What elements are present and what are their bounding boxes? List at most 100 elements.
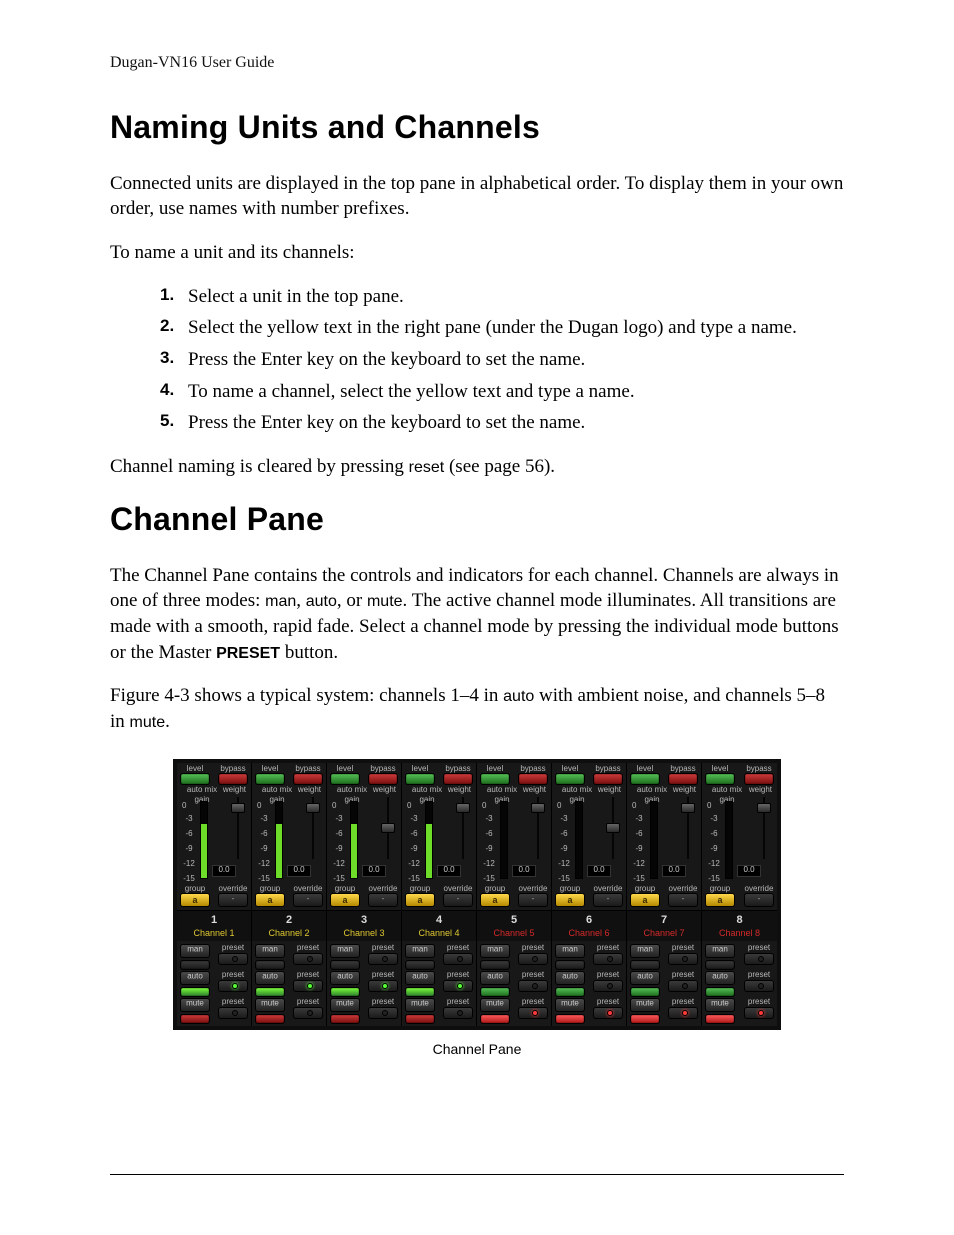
channel-name[interactable]: Channel 7 [631,927,697,939]
bypass-button[interactable] [668,773,698,785]
level-button[interactable] [405,773,435,785]
preset-button-1[interactable] [518,953,548,965]
preset-button-3[interactable] [443,1007,473,1019]
group-a-button[interactable]: a [555,893,585,907]
mute-button[interactable]: mute [630,998,660,1012]
group-a-button[interactable]: a [405,893,435,907]
preset-button-1[interactable] [218,953,248,965]
auto-button[interactable]: auto [480,971,510,985]
bypass-button[interactable] [744,773,774,785]
preset-button-3[interactable] [593,1007,623,1019]
preset-button-1[interactable] [593,953,623,965]
man-button[interactable]: man [705,944,735,958]
override-button[interactable]: - [293,893,323,907]
preset-button-3[interactable] [218,1007,248,1019]
preset-button-1[interactable] [368,953,398,965]
auto-button[interactable]: auto [555,971,585,985]
auto-button[interactable]: auto [330,971,360,985]
bypass-button[interactable] [593,773,623,785]
channel-name[interactable]: Channel 5 [481,927,547,939]
auto-button[interactable]: auto [705,971,735,985]
channel-name[interactable]: Channel 1 [181,927,247,939]
channel-number: 2 [256,913,322,928]
mute-button[interactable]: mute [705,998,735,1012]
group-a-button[interactable]: a [480,893,510,907]
group-a-button[interactable]: a [255,893,285,907]
bypass-button[interactable] [218,773,248,785]
override-button[interactable]: - [518,893,548,907]
preset-button-3[interactable] [293,1007,323,1019]
level-button[interactable] [705,773,735,785]
slider-knob[interactable] [231,803,245,813]
level-button[interactable] [180,773,210,785]
mute-button[interactable]: mute [330,998,360,1012]
level-button[interactable] [480,773,510,785]
level-button[interactable] [555,773,585,785]
man-button[interactable]: man [255,944,285,958]
preset-led-1 [607,956,613,962]
level-button[interactable] [330,773,360,785]
override-button[interactable]: - [443,893,473,907]
auto-button[interactable]: auto [255,971,285,985]
preset-button-3[interactable] [368,1007,398,1019]
preset-label-2: preset [372,971,394,979]
group-a-button[interactable]: a [705,893,735,907]
mute-button[interactable]: mute [180,998,210,1012]
auto-button[interactable]: auto [630,971,660,985]
level-button[interactable] [255,773,285,785]
group-override-row: group a override - [552,883,626,910]
bypass-button[interactable] [293,773,323,785]
slider-knob[interactable] [306,803,320,813]
preset-button-3[interactable] [518,1007,548,1019]
preset-button-1[interactable] [293,953,323,965]
channel-name[interactable]: Channel 2 [256,927,322,939]
slider-knob[interactable] [606,823,620,833]
group-a-button[interactable]: a [630,893,660,907]
preset-button-2[interactable] [443,980,473,992]
preset-button-1[interactable] [443,953,473,965]
preset-button-2[interactable] [744,980,774,992]
preset-button-1[interactable] [744,953,774,965]
slider-knob[interactable] [456,803,470,813]
preset-button-2[interactable] [218,980,248,992]
override-button[interactable]: - [368,893,398,907]
preset-button-2[interactable] [368,980,398,992]
channel-name[interactable]: Channel 6 [556,927,622,939]
man-button[interactable]: man [180,944,210,958]
preset-button-2[interactable] [293,980,323,992]
override-button[interactable]: - [593,893,623,907]
channel-name[interactable]: Channel 3 [331,927,397,939]
group-a-button[interactable]: a [330,893,360,907]
preset-button-2[interactable] [518,980,548,992]
override-button[interactable]: - [218,893,248,907]
level-button[interactable] [630,773,660,785]
man-button[interactable]: man [330,944,360,958]
preset-button-2[interactable] [593,980,623,992]
slider-knob[interactable] [681,803,695,813]
preset-button-2[interactable] [668,980,698,992]
override-button[interactable]: - [668,893,698,907]
auto-button[interactable]: auto [180,971,210,985]
channel-name[interactable]: Channel 8 [706,927,773,939]
preset-button-3[interactable] [668,1007,698,1019]
man-button[interactable]: man [405,944,435,958]
mute-button[interactable]: mute [405,998,435,1012]
bypass-button[interactable] [443,773,473,785]
slider-knob[interactable] [381,823,395,833]
auto-button[interactable]: auto [405,971,435,985]
group-a-button[interactable]: a [180,893,210,907]
mute-button[interactable]: mute [480,998,510,1012]
slider-knob[interactable] [757,803,771,813]
override-button[interactable]: - [744,893,774,907]
slider-knob[interactable] [531,803,545,813]
preset-button-3[interactable] [744,1007,774,1019]
preset-button-1[interactable] [668,953,698,965]
bypass-button[interactable] [368,773,398,785]
mute-button[interactable]: mute [255,998,285,1012]
man-button[interactable]: man [555,944,585,958]
mute-button[interactable]: mute [555,998,585,1012]
bypass-button[interactable] [518,773,548,785]
man-button[interactable]: man [480,944,510,958]
channel-name[interactable]: Channel 4 [406,927,472,939]
man-button[interactable]: man [630,944,660,958]
